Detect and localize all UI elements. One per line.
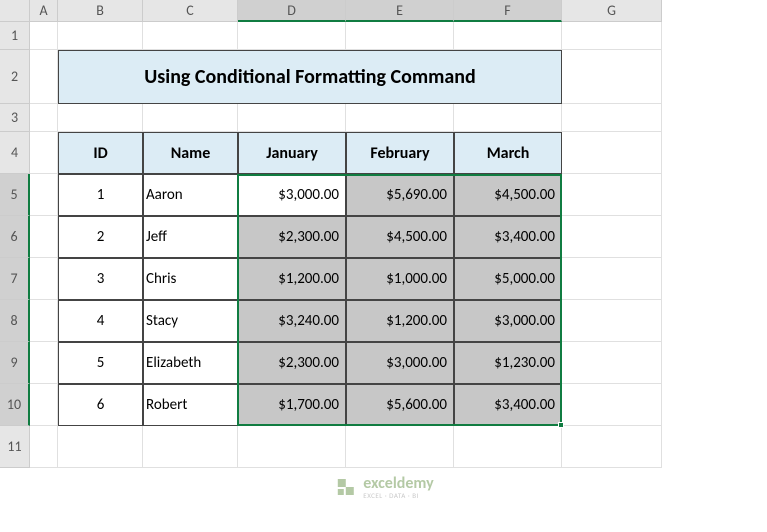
col-header-D[interactable]: D bbox=[238, 0, 346, 22]
cell-B3[interactable] bbox=[58, 104, 143, 132]
cell-B5[interactable]: 1 bbox=[58, 174, 143, 216]
cell-A1[interactable] bbox=[30, 22, 58, 50]
cell-G1[interactable] bbox=[562, 22, 662, 50]
exceldemy-logo-icon bbox=[333, 475, 357, 499]
cell-B11[interactable] bbox=[58, 426, 143, 468]
col-header-A[interactable]: A bbox=[30, 0, 58, 22]
cell-D9[interactable]: $2,300.00 bbox=[238, 342, 346, 384]
cell-F10[interactable]: $3,400.00 bbox=[454, 384, 562, 426]
cell-G9[interactable] bbox=[562, 342, 662, 384]
cell-E6[interactable]: $4,500.00 bbox=[346, 216, 454, 258]
cell-G6[interactable] bbox=[562, 216, 662, 258]
row-header-1[interactable]: 1 bbox=[0, 22, 30, 50]
row-header-6[interactable]: 6 bbox=[0, 216, 30, 258]
cell-A11[interactable] bbox=[30, 426, 58, 468]
cell-G4[interactable] bbox=[562, 132, 662, 174]
header-name[interactable]: Name bbox=[143, 132, 238, 174]
row-header-11[interactable]: 11 bbox=[0, 426, 30, 468]
cell-C7[interactable]: Chris bbox=[143, 258, 238, 300]
cell-F9[interactable]: $1,230.00 bbox=[454, 342, 562, 384]
cell-E9[interactable]: $3,000.00 bbox=[346, 342, 454, 384]
col-header-F[interactable]: F bbox=[454, 0, 562, 22]
cell-A9[interactable] bbox=[30, 342, 58, 384]
cell-D7[interactable]: $1,200.00 bbox=[238, 258, 346, 300]
cell-C11[interactable] bbox=[143, 426, 238, 468]
cell-A2[interactable] bbox=[30, 50, 58, 104]
cell-G5[interactable] bbox=[562, 174, 662, 216]
cell-E1[interactable] bbox=[346, 22, 454, 50]
col-header-C[interactable]: C bbox=[143, 0, 238, 22]
cell-D3[interactable] bbox=[238, 104, 346, 132]
cell-D10[interactable]: $1,700.00 bbox=[238, 384, 346, 426]
cell-C10[interactable]: Robert bbox=[143, 384, 238, 426]
spreadsheet-grid[interactable]: A B C D E F G 1 2 Using Conditional Form… bbox=[0, 0, 767, 468]
cell-G10[interactable] bbox=[562, 384, 662, 426]
watermark-main: exceldemy bbox=[363, 476, 433, 492]
cell-D8[interactable]: $3,240.00 bbox=[238, 300, 346, 342]
cell-E5[interactable]: $5,690.00 bbox=[346, 174, 454, 216]
row-header-4[interactable]: 4 bbox=[0, 132, 30, 174]
col-header-E[interactable]: E bbox=[346, 0, 454, 22]
cell-D6[interactable]: $2,300.00 bbox=[238, 216, 346, 258]
row-header-10[interactable]: 10 bbox=[0, 384, 30, 426]
cell-C6[interactable]: Jeff bbox=[143, 216, 238, 258]
select-all-corner[interactable] bbox=[0, 0, 30, 22]
cell-F5[interactable]: $4,500.00 bbox=[454, 174, 562, 216]
header-jan[interactable]: January bbox=[238, 132, 346, 174]
cell-A6[interactable] bbox=[30, 216, 58, 258]
cell-A5[interactable] bbox=[30, 174, 58, 216]
cell-E3[interactable] bbox=[346, 104, 454, 132]
watermark: exceldemy EXCEL · DATA · BI bbox=[333, 475, 433, 499]
cell-D11[interactable] bbox=[238, 426, 346, 468]
cell-C5[interactable]: Aaron bbox=[143, 174, 238, 216]
row-header-3[interactable]: 3 bbox=[0, 104, 30, 132]
cell-G7[interactable] bbox=[562, 258, 662, 300]
cell-B8[interactable]: 4 bbox=[58, 300, 143, 342]
cell-A4[interactable] bbox=[30, 132, 58, 174]
cell-F11[interactable] bbox=[454, 426, 562, 468]
cell-E7[interactable]: $1,000.00 bbox=[346, 258, 454, 300]
row-header-5[interactable]: 5 bbox=[0, 174, 30, 216]
col-header-B[interactable]: B bbox=[58, 0, 143, 22]
row-header-9[interactable]: 9 bbox=[0, 342, 30, 384]
title-cell[interactable]: Using Conditional Formatting Command bbox=[58, 50, 562, 104]
cell-C1[interactable] bbox=[143, 22, 238, 50]
cell-C8[interactable]: Stacy bbox=[143, 300, 238, 342]
cell-C3[interactable] bbox=[143, 104, 238, 132]
row-header-7[interactable]: 7 bbox=[0, 258, 30, 300]
cell-F3[interactable] bbox=[454, 104, 562, 132]
cell-A8[interactable] bbox=[30, 300, 58, 342]
watermark-sub: EXCEL · DATA · BI bbox=[363, 492, 433, 499]
cell-D5[interactable]: $3,000.00 bbox=[238, 174, 346, 216]
cell-B6[interactable]: 2 bbox=[58, 216, 143, 258]
cell-C9[interactable]: Elizabeth bbox=[143, 342, 238, 384]
cell-F1[interactable] bbox=[454, 22, 562, 50]
cell-B1[interactable] bbox=[58, 22, 143, 50]
cell-E8[interactable]: $1,200.00 bbox=[346, 300, 454, 342]
cell-E10[interactable]: $5,600.00 bbox=[346, 384, 454, 426]
row-header-2[interactable]: 2 bbox=[0, 50, 30, 104]
cell-G2[interactable] bbox=[562, 50, 662, 104]
row-header-8[interactable]: 8 bbox=[0, 300, 30, 342]
col-header-G[interactable]: G bbox=[562, 0, 662, 22]
header-feb[interactable]: February bbox=[346, 132, 454, 174]
cell-B7[interactable]: 3 bbox=[58, 258, 143, 300]
cell-D1[interactable] bbox=[238, 22, 346, 50]
cell-F6[interactable]: $3,400.00 bbox=[454, 216, 562, 258]
cell-F7[interactable]: $5,000.00 bbox=[454, 258, 562, 300]
cell-G8[interactable] bbox=[562, 300, 662, 342]
cell-G11[interactable] bbox=[562, 426, 662, 468]
header-id[interactable]: ID bbox=[58, 132, 143, 174]
cell-A3[interactable] bbox=[30, 104, 58, 132]
cell-G3[interactable] bbox=[562, 104, 662, 132]
cell-A10[interactable] bbox=[30, 384, 58, 426]
cell-B10[interactable]: 6 bbox=[58, 384, 143, 426]
header-mar[interactable]: March bbox=[454, 132, 562, 174]
cell-A7[interactable] bbox=[30, 258, 58, 300]
cell-F8[interactable]: $3,000.00 bbox=[454, 300, 562, 342]
cell-E11[interactable] bbox=[346, 426, 454, 468]
cell-B9[interactable]: 5 bbox=[58, 342, 143, 384]
